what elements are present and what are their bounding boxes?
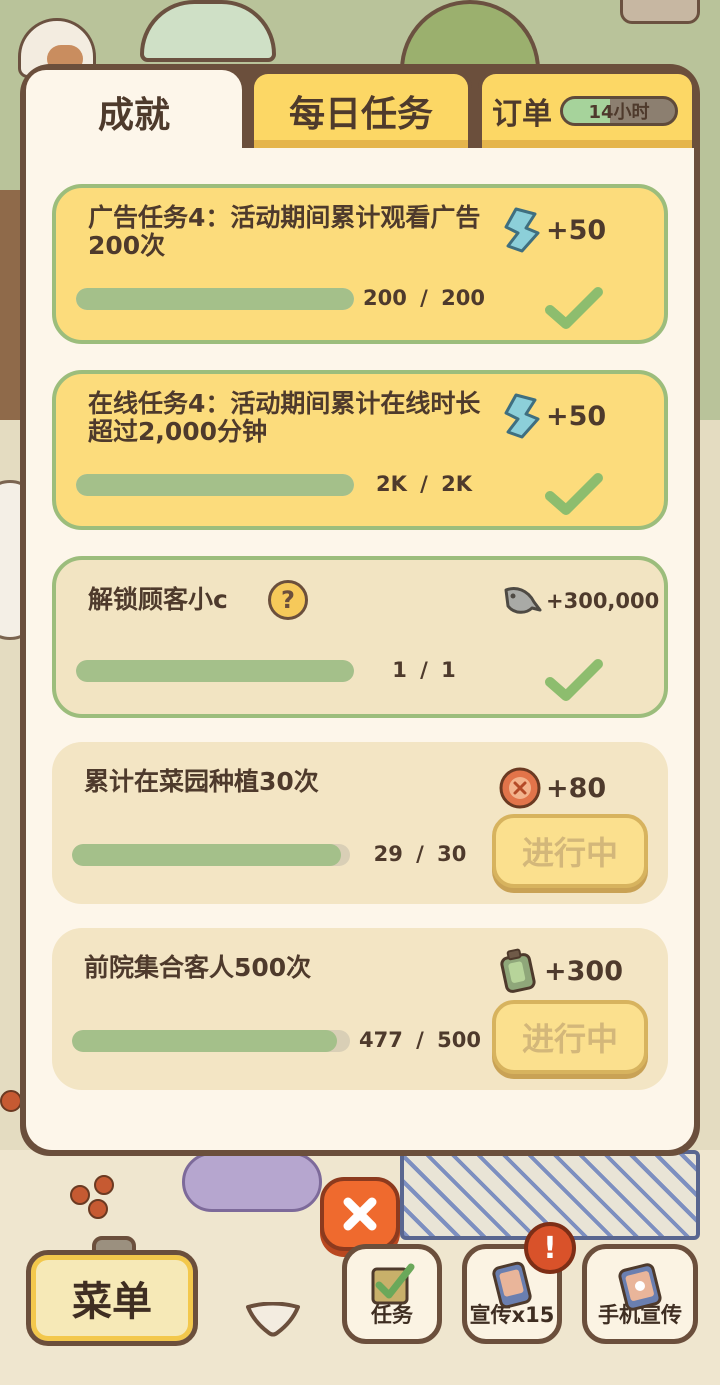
checkmark-icon [545,659,603,701]
task-progress-text: 1 / 1 [356,658,492,682]
menu-button[interactable]: 菜单 [26,1250,198,1346]
task-reward-amount: +300,000 [546,589,660,613]
task-reward-amount: +50 [546,214,607,246]
task-progress-target: 1 [441,658,456,682]
task-progress-separator: / [420,472,428,496]
task-reward: +300 [498,948,623,994]
task-progress-current: 2K [375,472,407,496]
in-progress-button[interactable]: 进行中 [492,814,648,888]
tab-orders[interactable]: 订单 14小时 [478,70,696,148]
task-progress-separator: / [416,1028,424,1052]
task-title: 前院集合客人500次 [84,953,312,982]
task-reward: +80 [498,766,606,810]
close-icon [343,1197,377,1231]
background-tomato-plant [60,1165,140,1225]
gem-icon [504,393,540,439]
background-rug [182,1152,322,1212]
task-card: 累计在菜园种植30次 +80 29 / 30 进行中 [52,742,668,904]
task-progress-current: 1 [392,658,407,682]
alert-badge: ! [524,1222,576,1274]
task-progress-bar [72,844,350,866]
task-progress-current: 200 [363,286,407,310]
task-progress-separator: / [416,842,424,866]
chevron-down-icon[interactable] [244,1302,302,1338]
task-progress-fill [76,288,354,310]
checkmark-icon [545,287,603,329]
phone-promo-icon [492,1261,532,1309]
task-title: 在线任务4：活动期间累计在线时长超过2,000分钟 [88,389,481,446]
task-progress-fill [76,474,354,496]
tab-orders-label: 订单 [492,97,552,132]
task-progress-separator: / [420,286,428,310]
task-card: 解锁顾客小c ? +300,000 1 / 1 [52,556,668,718]
tab-daily-tasks[interactable]: 每日任务 [250,70,472,148]
order-timer-bar: 14小时 [560,96,678,126]
task-progress-fill [76,660,354,682]
task-reward: +300,000 [502,584,659,618]
task-progress-text: 2K / 2K [356,472,492,496]
gem-icon [504,207,540,253]
phone-promo-button[interactable]: 手机宣传 [582,1244,698,1344]
task-progress-target: 200 [441,286,485,310]
background-tomato [0,1090,22,1112]
task-progress-target: 30 [437,842,467,866]
task-title: 累计在菜园种植30次 [84,767,319,796]
in-progress-button[interactable]: 进行中 [492,1000,648,1074]
task-reward-amount: +300 [544,955,623,987]
task-card: 前院集合客人500次 +300 477 / 500 进行中 [52,928,668,1090]
background-top-button [620,0,700,24]
battery-icon [500,948,536,993]
help-icon[interactable]: ? [268,580,308,620]
task-panel: 成就 每日任务 订单 14小时 广告任务4：活动期间累计观看广告200次 +50… [26,70,696,1150]
task-progress-fill [72,844,341,866]
task-title: 广告任务4：活动期间累计观看广告200次 [88,203,481,260]
task-title: 解锁顾客小c [88,585,228,614]
task-progress-fill [72,1030,338,1052]
task-reward: +50 [502,206,606,254]
button-token-icon [499,767,541,809]
task-progress-text: 29 / 30 [352,842,488,866]
task-progress-bar [76,660,354,682]
fish-icon [504,587,542,614]
task-progress-text: 477 / 500 [352,1028,488,1052]
task-progress-current: 29 [373,842,403,866]
task-card: 在线任务4：活动期间累计在线时长超过2,000分钟 +50 2K / 2K [52,370,668,530]
task-progress-bar [72,1030,350,1052]
task-progress-text: 200 / 200 [356,286,492,310]
phone-promo-icon [618,1263,662,1311]
tab-achievements-label: 成就 [97,95,170,136]
task-reward: +50 [502,392,606,440]
tab-achievements[interactable]: 成就 [26,70,242,154]
task-card: 广告任务4：活动期间累计观看广告200次 +50 200 / 200 [52,184,668,344]
order-timer-text: 14小时 [588,102,650,123]
task-button[interactable]: 任务 [342,1244,442,1344]
close-button[interactable] [320,1177,400,1251]
task-progress-target: 2K [441,472,473,496]
tab-daily-tasks-label: 每日任务 [288,94,433,135]
task-progress-bar [76,474,354,496]
task-progress-current: 477 [359,1028,403,1052]
task-reward-amount: +80 [546,772,607,804]
task-list[interactable]: 广告任务4：活动期间累计观看广告200次 +50 200 / 200 在线任务4… [26,148,694,1150]
task-progress-target: 500 [437,1028,481,1052]
task-checkbox-icon [371,1263,415,1305]
task-progress-separator: / [420,658,428,682]
checkmark-icon [545,473,603,515]
task-progress-bar [76,288,354,310]
task-reward-amount: +50 [546,400,607,432]
